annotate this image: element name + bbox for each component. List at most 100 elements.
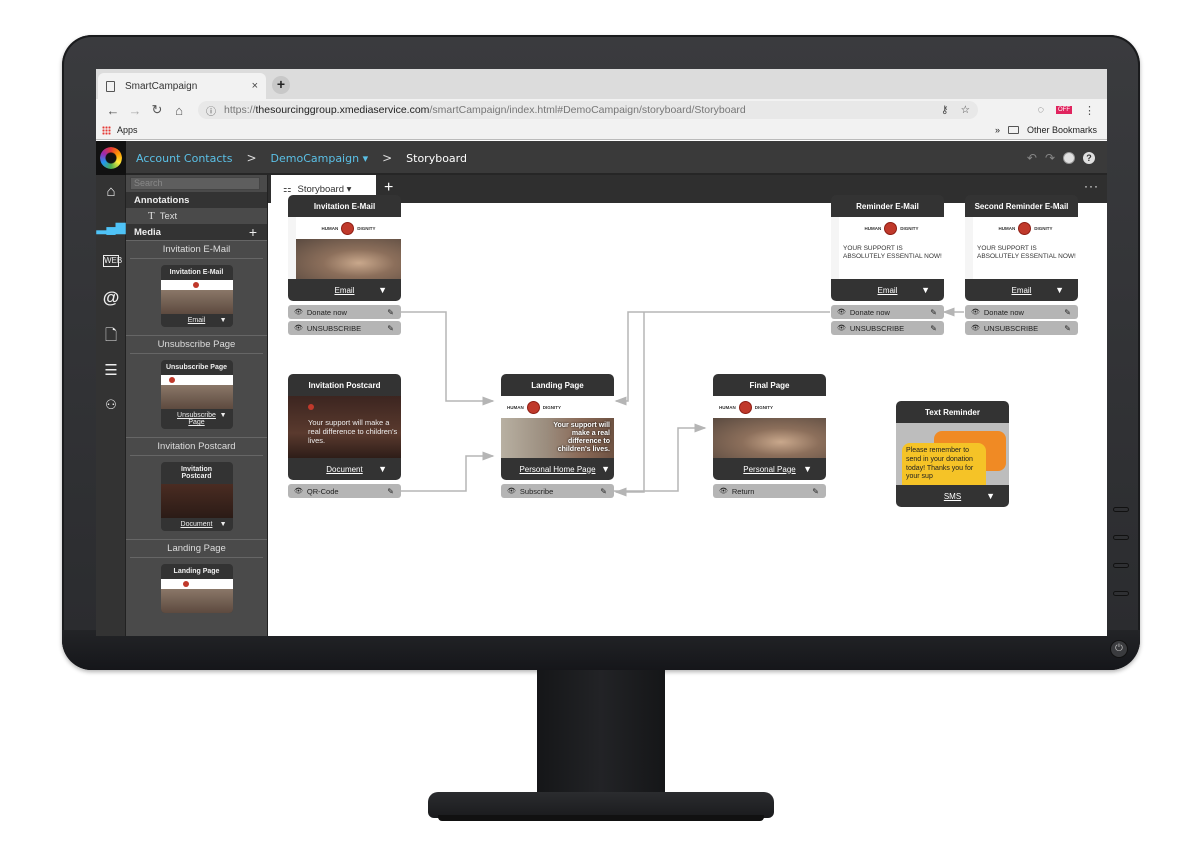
edit-icon[interactable]: ✎ [387, 487, 394, 496]
power-icon: ⏻ [1110, 640, 1128, 658]
node-text-reminder[interactable]: Text Reminder Please remember to send in… [896, 401, 1009, 507]
node-action-unsubscribe[interactable]: 👁 UNSUBSCRIBE ✎ [288, 321, 401, 335]
globe-icon[interactable] [1063, 152, 1075, 164]
media-group-title: Invitation E-Mail [130, 241, 263, 259]
caret-down-icon: ▼ [378, 285, 387, 295]
node-invitation-postcard[interactable]: Invitation Postcard Your support will ma… [288, 374, 401, 498]
storyboard-canvas[interactable]: Invitation E-Mail HUMAN DIGNITY Email ▼ 👁 D… [268, 195, 1107, 636]
undo-icon[interactable]: ↶ [1027, 151, 1037, 165]
apps-icon[interactable] [102, 125, 111, 135]
node-second-reminder-email[interactable]: Second Reminder E-Mail HUMAN DIGNITY YOUR… [965, 195, 1078, 335]
connector-line [401, 451, 495, 492]
browser-tab[interactable]: SmartCampaign × [98, 73, 266, 99]
node-type-dropdown[interactable]: Email ▼ [831, 279, 944, 301]
node-final-page[interactable]: Final Page HUMAN DIGNITY Personal Page ▼ 👁… [713, 374, 826, 498]
edit-icon[interactable]: ✎ [387, 324, 394, 333]
media-thumbnail[interactable]: Landing Page [160, 564, 233, 613]
eye-icon: 👁 [719, 488, 728, 495]
node-action-subscribe[interactable]: 👁 Subscribe ✎ [501, 484, 614, 498]
document-icon[interactable]: 🗋 [96, 325, 126, 350]
analytics-icon[interactable]: ▂▄▆ [96, 219, 126, 235]
edit-icon[interactable]: ✎ [930, 308, 937, 317]
key-icon[interactable]: ⚷ [941, 104, 949, 116]
monitor-menu-button [1113, 563, 1129, 568]
edit-icon[interactable]: ✎ [1064, 308, 1071, 317]
extension-icon[interactable]: ◌ [1037, 104, 1044, 116]
menu-icon[interactable]: ⋮ [1084, 104, 1095, 117]
media-thumbnail[interactable]: Unsubscribe Page Unsubscribe Page ▼ [160, 360, 233, 429]
back-icon[interactable]: ← [102, 103, 124, 118]
media-thumbnail[interactable]: Invitation E-Mail Email ▼ [160, 265, 233, 327]
more-options-icon[interactable]: ··· [1084, 179, 1099, 193]
breadcrumb-account-contacts[interactable]: Account Contacts [136, 152, 232, 165]
star-icon[interactable]: ☆ [961, 104, 970, 116]
node-action-donate[interactable]: 👁 Donate now ✎ [965, 305, 1078, 319]
node-action-unsubscribe[interactable]: 👁 UNSUBSCRIBE ✎ [965, 321, 1078, 335]
node-preview: HUMAN DIGNITY [288, 217, 401, 279]
node-action-unsubscribe[interactable]: 👁 UNSUBSCRIBE ✎ [831, 321, 944, 335]
close-tab-icon[interactable]: × [252, 80, 258, 92]
caret-down-icon[interactable]: ▼ [220, 317, 227, 324]
node-type-dropdown[interactable]: Email ▼ [965, 279, 1078, 301]
node-type-dropdown[interactable]: Document ▼ [288, 458, 401, 480]
monitor-chin [62, 630, 1140, 670]
web-icon[interactable]: WEB [103, 255, 122, 267]
node-action-return[interactable]: 👁 Return ✎ [713, 484, 826, 498]
edit-icon[interactable]: ✎ [812, 487, 819, 496]
thumbnail-type[interactable]: Document ▼ [161, 518, 233, 531]
eye-icon: 👁 [837, 309, 846, 316]
brand-logo: HUMAN DIGNITY [839, 217, 944, 239]
node-landing-page[interactable]: Landing Page HUMAN DIGNITY Your support w… [501, 374, 614, 498]
new-tab-button[interactable]: + [272, 76, 290, 94]
edit-icon[interactable]: ✎ [1064, 324, 1071, 333]
address-bar[interactable]: ⓘ https:// thesourcinggroup.xmediaservic… [198, 101, 978, 119]
node-action-donate[interactable]: 👁 Donate now ✎ [831, 305, 944, 319]
workflow-icon[interactable]: ⚇ [96, 397, 126, 413]
thumbnail-type[interactable]: Unsubscribe Page ▼ [161, 409, 233, 429]
caret-down-icon: ▼ [803, 464, 812, 474]
monitor-stand-foot [438, 815, 764, 821]
node-reminder-email[interactable]: Reminder E-Mail HUMAN DIGNITY YOUR SUPPOR… [831, 195, 944, 335]
home-icon[interactable]: ⌂ [96, 183, 126, 200]
info-icon[interactable]: ⓘ [206, 103, 216, 118]
caret-down-icon[interactable]: ▼ [220, 412, 227, 419]
thumbnail-type[interactable]: Email ▼ [161, 314, 233, 327]
thumbnail-title: Unsubscribe Page [165, 364, 228, 371]
reload-icon[interactable]: ↻ [146, 102, 168, 118]
redo-icon[interactable]: ↷ [1045, 151, 1055, 165]
node-type-dropdown[interactable]: SMS ▼ [896, 485, 1009, 507]
node-invitation-email[interactable]: Invitation E-Mail HUMAN DIGNITY Email ▼ 👁 D… [288, 195, 401, 335]
edit-icon[interactable]: ✎ [387, 308, 394, 317]
node-type-dropdown[interactable]: Personal Home Page ▼ [501, 458, 614, 480]
home-icon[interactable]: ⌂ [168, 103, 190, 118]
help-icon[interactable]: ? [1083, 152, 1095, 164]
node-action-qr-code[interactable]: 👁 QR-Code ✎ [288, 484, 401, 498]
node-action-donate[interactable]: 👁 Donate now ✎ [288, 305, 401, 319]
eye-icon: 👁 [294, 309, 303, 316]
node-type-dropdown[interactable]: Email ▼ [288, 279, 401, 301]
media-section[interactable]: Media + [126, 224, 267, 240]
annotations-label: Annotations [134, 194, 190, 206]
forward-icon[interactable]: → [124, 103, 146, 118]
bookmark-other[interactable]: Other Bookmarks [1027, 125, 1097, 135]
thumbnail-image [160, 375, 233, 409]
bookmark-apps[interactable]: Apps [117, 125, 138, 135]
database-icon[interactable]: ☰ [96, 361, 126, 379]
add-media-button[interactable]: + [249, 224, 257, 240]
app-logo[interactable] [96, 141, 126, 175]
thumbnail-title: Invitation Postcard [180, 466, 213, 480]
email-icon[interactable]: @ [96, 288, 126, 308]
eye-icon: 👁 [294, 488, 303, 495]
breadcrumb-campaign-dropdown[interactable]: DemoCampaign ▾ [271, 152, 369, 165]
languagetool-icon[interactable]: OFF [1056, 106, 1072, 114]
annotation-text-item[interactable]: T Text [126, 208, 267, 224]
annotations-section[interactable]: Annotations [126, 192, 267, 208]
bookmarks-overflow[interactable]: » [995, 125, 1000, 135]
edit-icon[interactable]: ✎ [600, 487, 607, 496]
storyboard-icon: ⚏ [283, 183, 292, 195]
panel-search-input[interactable]: Search [130, 177, 260, 190]
edit-icon[interactable]: ✎ [930, 324, 937, 333]
node-type-dropdown[interactable]: Personal Page ▼ [713, 458, 826, 480]
caret-down-icon[interactable]: ▼ [220, 521, 227, 528]
media-thumbnail[interactable]: Invitation Postcard Document ▼ [160, 462, 233, 531]
